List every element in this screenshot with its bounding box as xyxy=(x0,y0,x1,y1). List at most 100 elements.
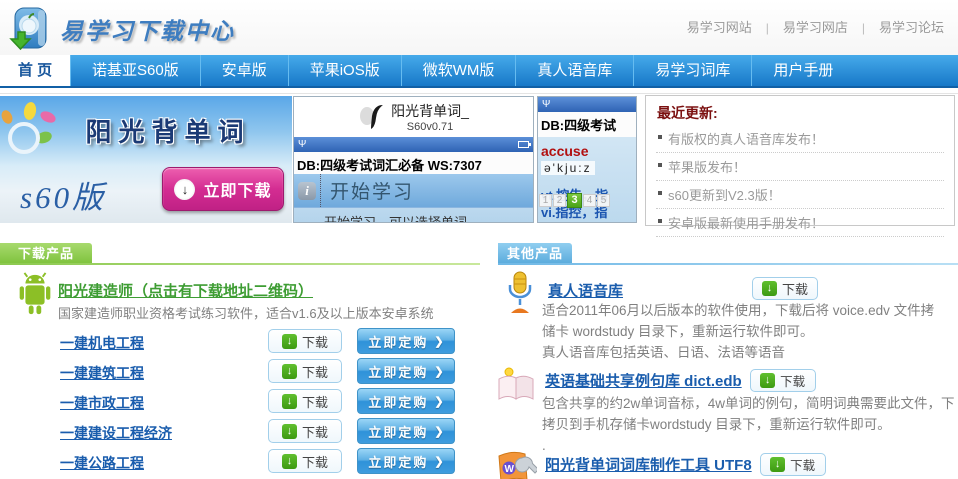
signal-icon: Ψ xyxy=(542,99,550,110)
other-product-link[interactable]: 真人语音库 xyxy=(548,280,623,301)
page-number: 2 xyxy=(553,194,566,207)
product-link[interactable]: 一建建筑工程 xyxy=(60,363,144,383)
battery-icon xyxy=(518,141,529,148)
download-icon: ↓ xyxy=(760,373,775,388)
nav-tab[interactable]: 真人语音库 xyxy=(515,55,633,86)
download-row: 一建建设工程经济 ↓ 下载 立即定购 ❯ xyxy=(0,417,480,447)
recent-updates-list: 有版权的真人语音库发布！ 苹果版发布！ s60更新到V2.3版！ 安卓版最新使用… xyxy=(656,125,944,237)
recent-update-item[interactable]: 安卓版最新使用手册发布！ xyxy=(656,209,944,237)
svg-text:W: W xyxy=(505,464,515,475)
download-button[interactable]: ↓ 下载 xyxy=(750,369,816,392)
chevron-right-icon: ❯ xyxy=(434,395,443,408)
product-link[interactable]: 一建机电工程 xyxy=(60,333,144,353)
menu-selected-row: i 开始学习 xyxy=(294,174,533,208)
download-rows: 一建机电工程 ↓ 下载 立即定购 ❯ 一建建筑工程 ↓ 下载 立即定购 xyxy=(0,327,480,477)
recent-update-item[interactable]: s60更新到V2.3版！ xyxy=(656,181,944,209)
order-button[interactable]: 立即定购 ❯ xyxy=(357,418,455,444)
order-button[interactable]: 立即定购 ❯ xyxy=(357,358,455,384)
vocab-word: accuse xyxy=(541,143,636,159)
nav-tab[interactable]: 安卓版 xyxy=(200,55,288,86)
backpack-download-icon xyxy=(8,5,54,52)
recent-updates-title: 最近更新: xyxy=(656,101,944,125)
product-link-builder[interactable]: 阳光建造师（点击有下载地址二维码） xyxy=(58,280,313,301)
nav-tab[interactable]: 易学习词库 xyxy=(633,55,751,86)
app-header: 阳光背单词_ S60v0.71 xyxy=(294,97,533,137)
download-icon: ↓ xyxy=(762,281,777,296)
android-icon xyxy=(12,271,58,319)
db-status-line: DB:四级考试 xyxy=(538,112,636,137)
pagination: 1 2 3 4 5 xyxy=(539,194,610,208)
banner-download-button[interactable]: ↓ 立即下载 xyxy=(162,167,284,211)
promo-banner[interactable]: 阳光背单词 s60版 ↓ 立即下载 xyxy=(0,96,292,223)
product-link[interactable]: 一建市政工程 xyxy=(60,393,144,413)
download-button[interactable]: ↓ 下载 xyxy=(268,389,342,413)
other-product-link[interactable]: 英语基础共享例句库 dict.edb xyxy=(545,370,742,391)
order-label: 立即定购 xyxy=(368,332,428,351)
download-row: 一建公路工程 ↓ 下载 立即定购 ❯ xyxy=(0,447,480,477)
download-icon: ↓ xyxy=(770,457,785,472)
download-icon: ↓ xyxy=(282,364,297,379)
info-icon: i xyxy=(298,182,316,200)
nav-tab[interactable]: 用户手册 xyxy=(751,55,854,86)
header-link[interactable]: 易学习网站 xyxy=(687,17,752,36)
header-link[interactable]: 易学习论坛 xyxy=(848,17,944,36)
download-row: 一建建筑工程 ↓ 下载 立即定购 ❯ xyxy=(0,357,480,387)
product-link[interactable]: 一建建设工程经济 xyxy=(60,423,172,443)
download-icon: ↓ xyxy=(282,454,297,469)
page-number: 5 xyxy=(597,194,610,207)
menu-item-subtitle: 开始学习，可以选择单词 xyxy=(324,212,533,223)
order-label: 立即定购 xyxy=(368,392,428,411)
download-button[interactable]: ↓ 下载 xyxy=(268,329,342,353)
other-product-header: 阳光背单词词库制作工具 UTF8 ↓ 下载 xyxy=(545,453,826,476)
page-number: 4 xyxy=(583,194,596,207)
app-logo-icon xyxy=(358,102,384,132)
download-button[interactable]: ↓ 下载 xyxy=(268,419,342,443)
download-label: 下载 xyxy=(780,371,805,390)
download-button[interactable]: ↓ 下载 xyxy=(268,359,342,383)
open-book-icon xyxy=(495,366,539,404)
recent-update-item[interactable]: 苹果版发布！ xyxy=(656,153,944,181)
order-button[interactable]: 立即定购 ❯ xyxy=(357,328,455,354)
nav-tab[interactable]: 苹果iOS版 xyxy=(288,55,401,86)
download-button[interactable]: ↓ 下载 xyxy=(752,277,818,300)
header-link[interactable]: 易学习网店 xyxy=(752,17,848,36)
chevron-right-icon: ❯ xyxy=(434,425,443,438)
download-label: 下载 xyxy=(302,422,328,441)
order-button[interactable]: 立即定购 ❯ xyxy=(357,448,455,474)
download-label: 下载 xyxy=(782,279,808,298)
download-label: 下载 xyxy=(302,362,328,381)
nav-tab[interactable]: 首 页 xyxy=(0,55,70,86)
download-label: 下载 xyxy=(302,332,328,351)
vocab-phonetic: ə'kju:z xyxy=(541,161,595,175)
product-link[interactable]: 一建公路工程 xyxy=(60,453,144,473)
site-logo[interactable]: 易学习下载中心 xyxy=(8,5,235,52)
download-arrow-icon: ↓ xyxy=(174,179,195,200)
main-nav: 首 页 诺基亚S60版 安卓版 苹果iOS版 微软WM版 真人语音库 易学习词库… xyxy=(0,55,958,88)
chevron-right-icon: ❯ xyxy=(434,365,443,378)
section-tab-others: 其他产品 xyxy=(498,243,572,265)
menu-item-title: 开始学习 xyxy=(330,177,414,204)
recent-update-item[interactable]: 有版权的真人语音库发布！ xyxy=(656,125,944,153)
other-product-link[interactable]: 阳光背单词词库制作工具 UTF8 xyxy=(545,454,752,475)
download-button[interactable]: ↓ 下载 xyxy=(760,453,826,476)
divider xyxy=(0,93,958,94)
app-menu: i 开始学习 开始学习，可以选择单词 xyxy=(294,174,533,222)
page-number: 3 xyxy=(567,193,582,208)
page: 易学习下载中心 易学习网站 易学习网店 易学习论坛 首 页 诺基亚S60版 安卓… xyxy=(0,0,958,479)
download-button[interactable]: ↓ 下载 xyxy=(268,449,342,473)
download-row: 一建机电工程 ↓ 下载 立即定购 ❯ xyxy=(0,327,480,357)
tool-book-icon: W xyxy=(495,449,537,479)
order-button[interactable]: 立即定购 ❯ xyxy=(357,388,455,414)
nav-tab[interactable]: 微软WM版 xyxy=(401,55,516,86)
app-screenshot-2: Ψ DB:四级考试 accuse ə'kju:z vt.控告，指 vi.指控，指… xyxy=(537,96,637,223)
section-tab-downloads: 下载产品 xyxy=(0,243,92,265)
download-icon: ↓ xyxy=(282,334,297,349)
order-label: 立即定购 xyxy=(368,422,428,441)
chevron-right-icon: ❯ xyxy=(434,335,443,348)
recent-updates-panel: 最近更新: 有版权的真人语音库发布！ 苹果版发布！ s60更新到V2.3版！ 安… xyxy=(645,95,955,226)
header: 易学习下载中心 易学习网站 易学习网店 易学习论坛 xyxy=(0,0,958,55)
other-product-header: 英语基础共享例句库 dict.edb ↓ 下载 xyxy=(545,369,816,392)
banner-download-label: 立即下载 xyxy=(203,177,271,201)
section-divider xyxy=(0,263,480,265)
nav-tab[interactable]: 诺基亚S60版 xyxy=(70,55,200,86)
